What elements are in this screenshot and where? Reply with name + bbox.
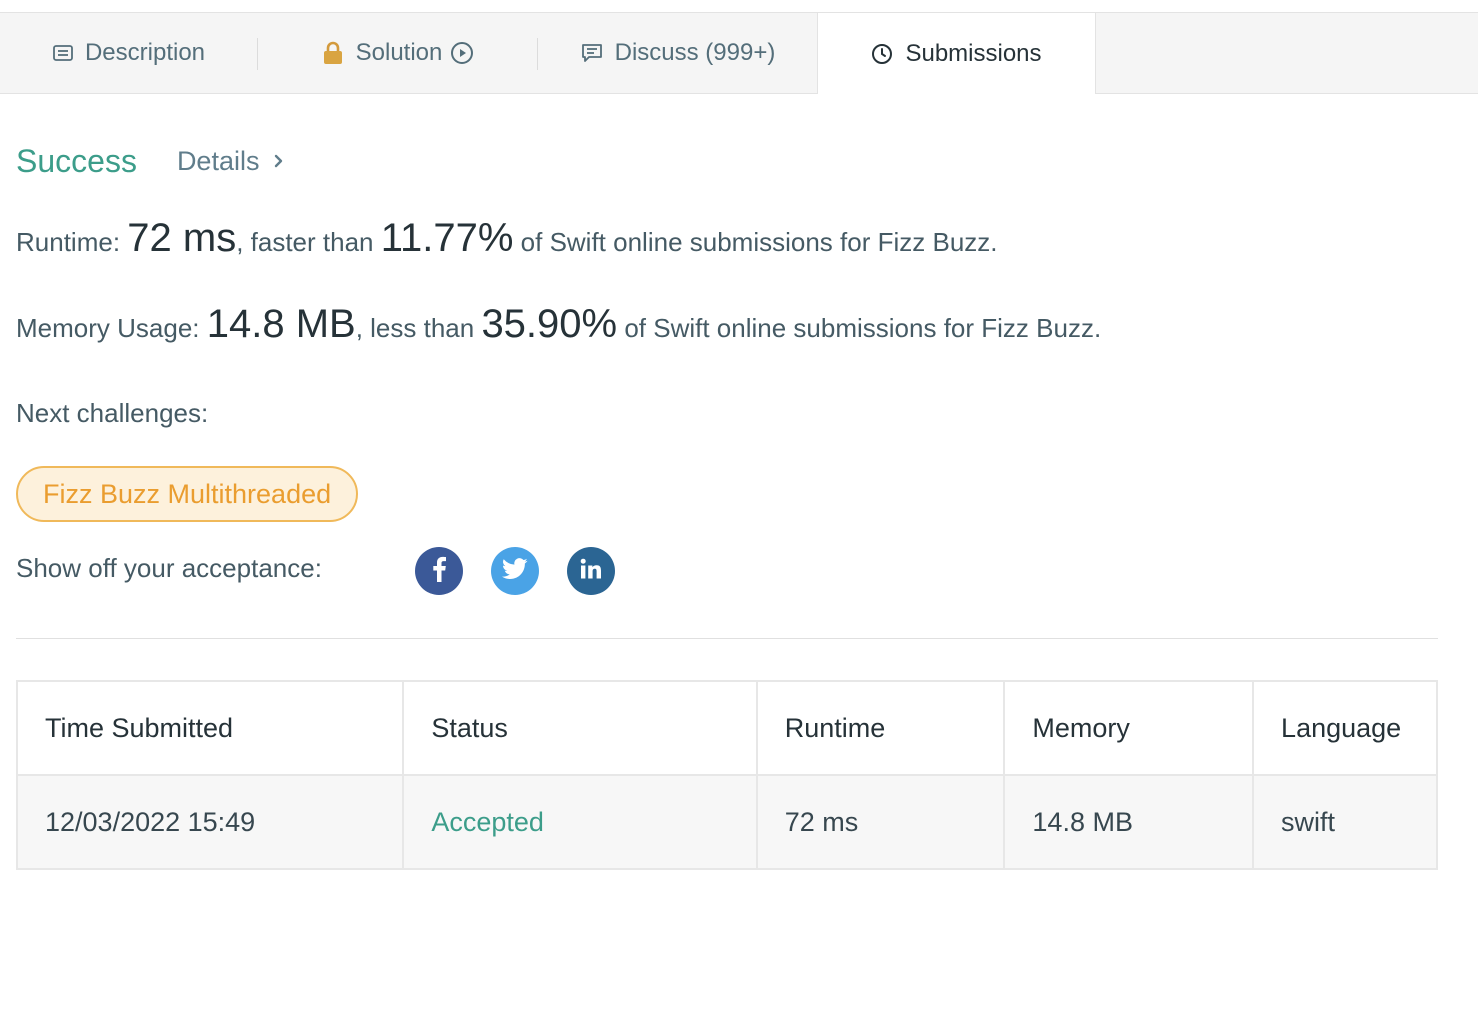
- runtime-label: Runtime:: [16, 227, 128, 257]
- result-status-row: Success Details: [16, 138, 285, 184]
- clock-icon: [871, 43, 893, 65]
- memory-comparison: , less than: [355, 313, 482, 343]
- section-divider: [16, 638, 1438, 639]
- details-link[interactable]: Details: [177, 146, 286, 177]
- tab-discuss[interactable]: Discuss (999+): [538, 13, 818, 93]
- table-header-row: Time Submitted Status Runtime Memory Lan…: [15, 680, 1438, 776]
- column-header-memory: Memory: [1003, 680, 1255, 776]
- play-circle-icon: [450, 41, 474, 65]
- success-status: Success: [16, 142, 137, 179]
- share-label: Show off your acceptance:: [16, 553, 322, 583]
- memory-suffix: of Swift online submissions for Fizz Buz…: [617, 313, 1102, 343]
- column-header-runtime: Runtime: [755, 680, 1006, 776]
- runtime-percent: 11.77%: [380, 216, 514, 260]
- next-challenges-label: Next challenges:: [16, 398, 209, 428]
- tab-label: Solution: [355, 39, 443, 66]
- memory-percent: 35.90%: [481, 302, 618, 346]
- runtime-stat: Runtime: 72 ms, faster than 11.77% of Sw…: [16, 216, 998, 261]
- tab-label: Discuss (999+): [614, 39, 776, 66]
- cell-time-submitted: 12/03/2022 15:49: [15, 774, 405, 870]
- details-label: Details: [176, 145, 260, 176]
- column-header-time: Time Submitted: [15, 680, 405, 776]
- linkedin-share-button[interactable]: [567, 547, 615, 595]
- comment-icon: [581, 43, 603, 63]
- cell-runtime: 72 ms: [755, 774, 1006, 870]
- facebook-share-button[interactable]: [415, 547, 463, 595]
- facebook-icon: [431, 556, 447, 587]
- memory-value: 14.8 MB: [206, 302, 356, 346]
- tab-label: Submissions: [905, 39, 1042, 67]
- memory-label: Memory Usage:: [16, 313, 207, 343]
- memory-stat: Memory Usage: 14.8 MB, less than 35.90% …: [16, 302, 1101, 347]
- chevron-right-icon: [273, 152, 285, 170]
- cell-language: swift: [1252, 774, 1438, 870]
- twitter-share-button[interactable]: [491, 547, 539, 595]
- table-row: 12/03/2022 15:49 Accepted 72 ms 14.8 MB …: [15, 774, 1438, 870]
- tab-description[interactable]: Description: [0, 13, 258, 93]
- tab-solution[interactable]: Solution: [258, 13, 538, 93]
- description-icon: [53, 45, 73, 61]
- twitter-icon: [502, 557, 528, 585]
- linkedin-icon: [579, 557, 603, 586]
- column-header-language: Language: [1252, 680, 1438, 776]
- lock-icon: [322, 41, 344, 65]
- tab-bar: Description Solution Discuss (999+) Subm…: [0, 13, 1478, 94]
- tab-submissions[interactable]: Submissions: [817, 13, 1096, 94]
- cell-status-accepted-link[interactable]: Accepted: [402, 774, 758, 870]
- runtime-suffix: of Swift online submissions for Fizz Buz…: [513, 227, 998, 257]
- runtime-comparison: , faster than: [236, 227, 381, 257]
- next-challenge-tag[interactable]: Fizz Buzz Multithreaded: [16, 466, 359, 522]
- cell-memory: 14.8 MB: [1003, 774, 1255, 870]
- column-header-status: Status: [402, 680, 758, 776]
- submissions-table: Time Submitted Status Runtime Memory Lan…: [15, 680, 1438, 870]
- runtime-value: 72 ms: [127, 216, 237, 260]
- tab-label: Description: [84, 39, 206, 66]
